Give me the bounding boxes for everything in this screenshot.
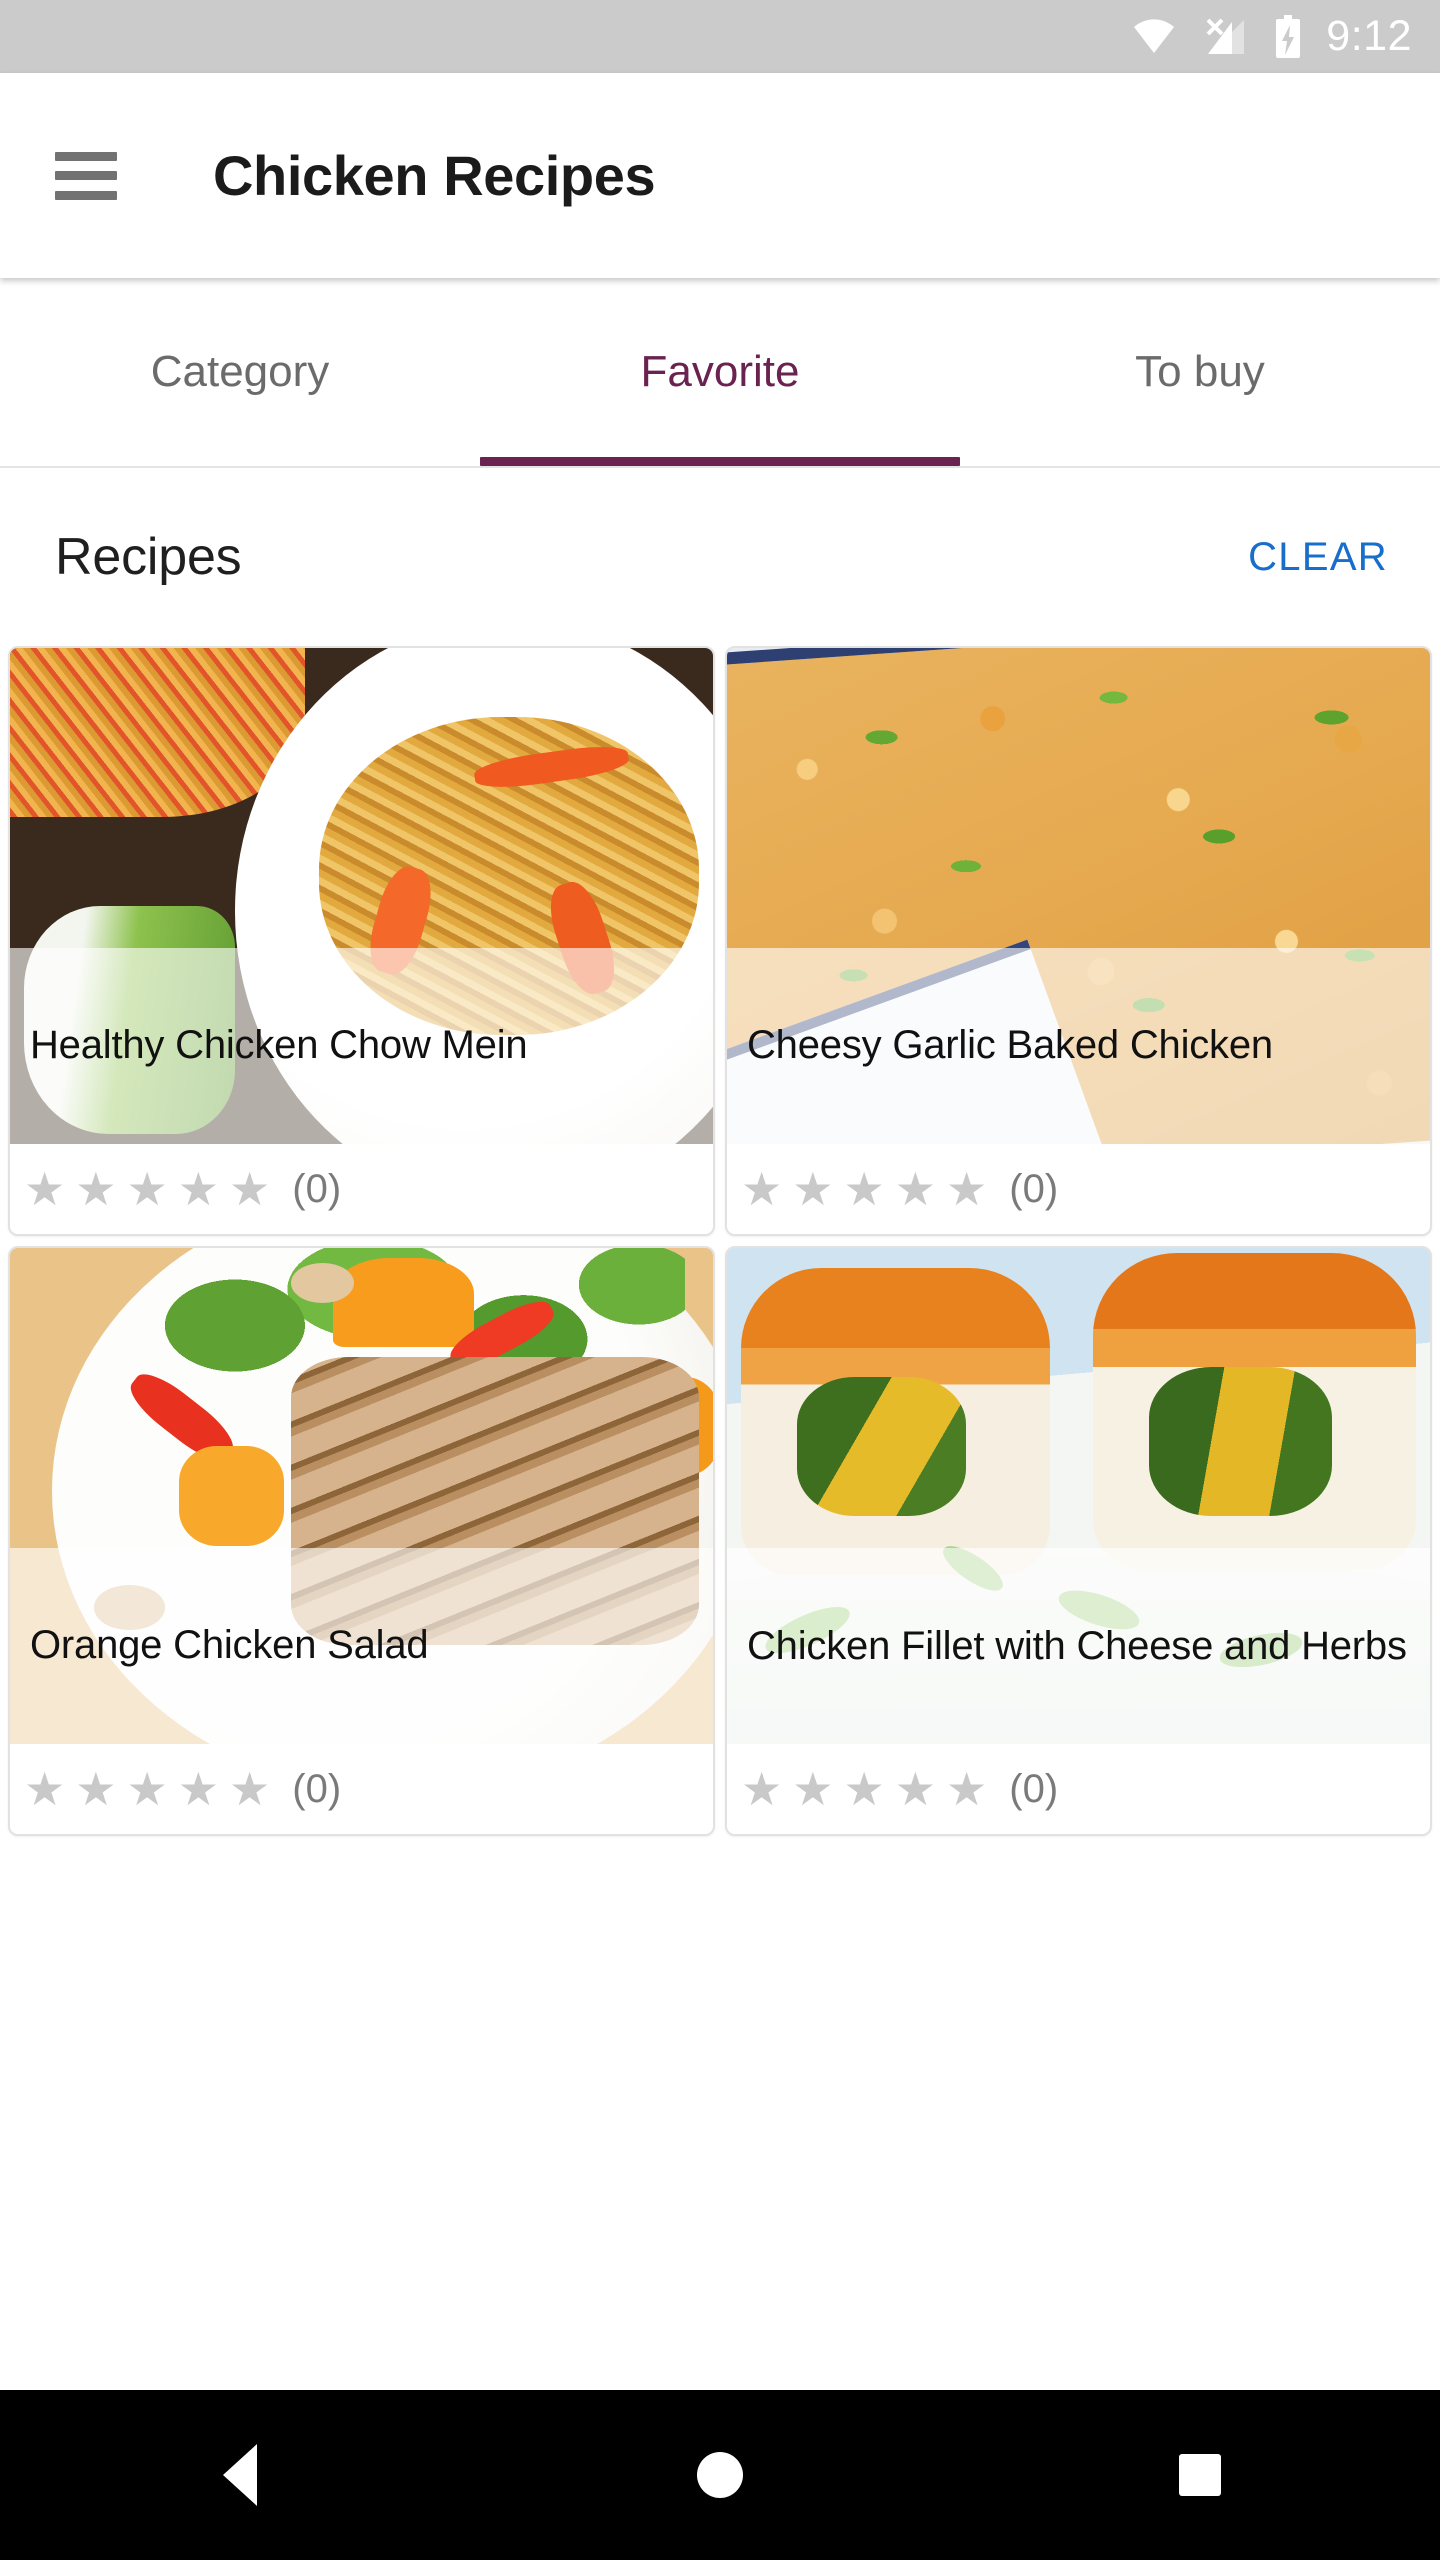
star-icon[interactable]: ★	[946, 1166, 987, 1212]
empty-area	[0, 2113, 1440, 2390]
star-icon[interactable]: ★	[741, 1166, 782, 1212]
recipe-card[interactable]: Orange Chicken Salad ★ ★ ★ ★ ★ (0)	[8, 1246, 715, 1836]
recipe-image: Healthy Chicken Chow Mein	[10, 648, 713, 1144]
recipe-title-overlay: Cheesy Garlic Baked Chicken	[727, 948, 1430, 1144]
star-icon[interactable]: ★	[895, 1166, 936, 1212]
tab-active-indicator	[480, 457, 960, 466]
recipe-rating-row[interactable]: ★ ★ ★ ★ ★ (0)	[10, 1144, 713, 1234]
tab-category[interactable]: Category	[0, 278, 480, 466]
recipe-rating-row[interactable]: ★ ★ ★ ★ ★ (0)	[727, 1144, 1430, 1234]
star-icon[interactable]: ★	[75, 1766, 116, 1812]
recipe-image: Orange Chicken Salad	[10, 1248, 713, 1744]
recipe-card[interactable]: Cheesy Garlic Baked Chicken ★ ★ ★ ★ ★ (0…	[725, 646, 1432, 1236]
star-icon[interactable]: ★	[24, 1766, 65, 1812]
star-rating[interactable]: ★ ★ ★ ★ ★	[24, 1766, 270, 1812]
star-icon[interactable]: ★	[844, 1166, 885, 1212]
recipe-title-overlay: Orange Chicken Salad	[10, 1548, 713, 1744]
recipe-title: Cheesy Garlic Baked Chicken	[747, 1023, 1273, 1068]
rating-count: (0)	[1009, 1167, 1059, 1211]
star-icon[interactable]: ★	[741, 1766, 782, 1812]
recipe-rating-row[interactable]: ★ ★ ★ ★ ★ (0)	[10, 1744, 713, 1834]
wifi-icon	[1134, 18, 1175, 53]
recipe-title: Chicken Fillet with Cheese and Herbs	[747, 1623, 1407, 1668]
rating-count: (0)	[292, 1767, 342, 1811]
clear-button[interactable]: CLEAR	[1248, 535, 1388, 580]
recipe-card[interactable]: Healthy Chicken Chow Mein ★ ★ ★ ★ ★ (0)	[8, 646, 715, 1236]
star-icon[interactable]: ★	[229, 1766, 270, 1812]
star-icon[interactable]: ★	[75, 1166, 116, 1212]
tab-bar: Category Favorite To buy	[0, 278, 1440, 468]
phone-screen: 9:12 Chicken Recipes Category Favorite T…	[0, 0, 1440, 2560]
star-icon[interactable]: ★	[792, 1166, 833, 1212]
star-icon[interactable]: ★	[844, 1766, 885, 1812]
recipe-title: Orange Chicken Salad	[30, 1623, 429, 1668]
home-circle-icon	[697, 2452, 743, 2498]
star-icon[interactable]: ★	[792, 1766, 833, 1812]
star-icon[interactable]: ★	[229, 1166, 270, 1212]
recipe-rating-row[interactable]: ★ ★ ★ ★ ★ (0)	[727, 1744, 1430, 1834]
tab-favorite[interactable]: Favorite	[480, 278, 960, 466]
back-button[interactable]	[150, 2390, 330, 2560]
star-icon[interactable]: ★	[178, 1166, 219, 1212]
star-icon[interactable]: ★	[946, 1766, 987, 1812]
recipes-section-header: Recipes CLEAR	[0, 468, 1440, 646]
recipe-image: Chicken Fillet with Cheese and Herbs	[727, 1248, 1430, 1744]
recents-square-icon	[1179, 2454, 1221, 2496]
star-icon[interactable]: ★	[895, 1766, 936, 1812]
cellular-no-sim-icon	[1206, 18, 1245, 54]
recipe-card[interactable]: Chicken Fillet with Cheese and Herbs ★ ★…	[725, 1246, 1432, 1836]
tab-to-buy-label: To buy	[1135, 347, 1265, 396]
page-title: Chicken Recipes	[213, 144, 656, 207]
recents-button[interactable]	[1110, 2390, 1290, 2560]
rating-count: (0)	[1009, 1767, 1059, 1811]
star-rating[interactable]: ★ ★ ★ ★ ★	[24, 1166, 270, 1212]
system-navigation-bar	[0, 2390, 1440, 2560]
star-rating[interactable]: ★ ★ ★ ★ ★	[741, 1166, 987, 1212]
hamburger-menu-icon[interactable]	[55, 151, 117, 200]
tab-category-label: Category	[150, 347, 330, 396]
star-icon[interactable]: ★	[24, 1166, 65, 1212]
battery-charging-icon	[1276, 14, 1301, 58]
status-bar-clock: 9:12	[1326, 12, 1412, 60]
star-icon[interactable]: ★	[127, 1166, 168, 1212]
tab-to-buy[interactable]: To buy	[960, 278, 1440, 466]
recipe-title-overlay: Healthy Chicken Chow Mein	[10, 948, 713, 1144]
recipe-title-overlay: Chicken Fillet with Cheese and Herbs	[727, 1548, 1430, 1744]
recipe-image: Cheesy Garlic Baked Chicken	[727, 648, 1430, 1144]
tab-favorite-label: Favorite	[640, 347, 800, 396]
star-icon[interactable]: ★	[127, 1766, 168, 1812]
star-icon[interactable]: ★	[178, 1766, 219, 1812]
star-rating[interactable]: ★ ★ ★ ★ ★	[741, 1766, 987, 1812]
status-bar: 9:12	[0, 0, 1440, 73]
back-triangle-icon	[223, 2444, 257, 2506]
status-icon-group	[1132, 14, 1302, 59]
recipe-grid: Healthy Chicken Chow Mein ★ ★ ★ ★ ★ (0)	[0, 646, 1440, 2113]
section-title: Recipes	[55, 528, 242, 586]
recipe-title: Healthy Chicken Chow Mein	[30, 1023, 528, 1068]
app-bar: Chicken Recipes	[0, 73, 1440, 278]
rating-count: (0)	[292, 1167, 342, 1211]
home-button[interactable]	[630, 2390, 810, 2560]
